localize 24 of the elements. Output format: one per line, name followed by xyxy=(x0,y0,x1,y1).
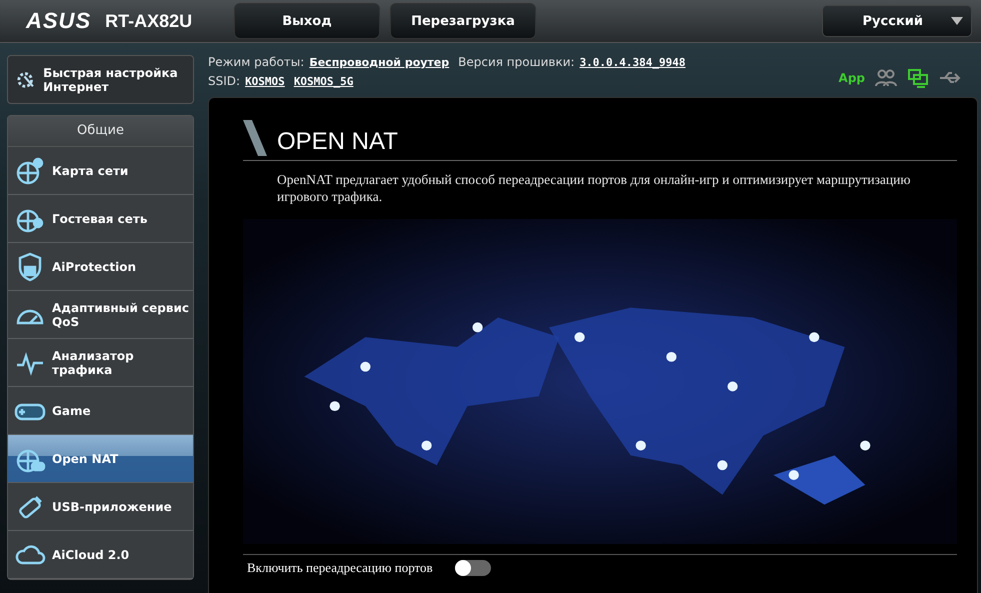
app-label[interactable]: App xyxy=(838,71,865,85)
ssid-link[interactable]: KOSMOS_5G xyxy=(294,72,354,91)
quick-setup-button[interactable]: Быстрая настройка Интернет xyxy=(7,55,194,104)
mode-link[interactable]: Беспроводной роутер xyxy=(309,53,450,72)
page-title: OPEN NAT xyxy=(277,128,398,156)
ssid-link[interactable]: KOSMOS xyxy=(245,72,285,91)
info-label: SSID: xyxy=(208,73,240,90)
menu-item[interactable]: Open NAT xyxy=(8,435,193,483)
toggle-switch[interactable] xyxy=(454,560,491,576)
info-label: Режим работы: xyxy=(208,54,304,71)
people-icon[interactable] xyxy=(875,68,897,88)
firmware-link[interactable]: 3.0.0.4.384_9948 xyxy=(580,53,686,72)
language-dropdown[interactable]: Русский xyxy=(822,5,972,37)
header-button[interactable]: Выход xyxy=(234,3,380,39)
caret-icon xyxy=(951,17,963,25)
section-header: Общие xyxy=(8,116,193,147)
toggle-label: Включить переадресацию портов xyxy=(247,560,433,576)
logo: ASUS xyxy=(26,8,92,34)
description: OpenNAT предлагает удобный способ переадресации портов для онлайн-игр и оптимизирует маршрутизацию игрового трафика. xyxy=(277,171,912,205)
model-name: RT-AX82U xyxy=(105,10,192,32)
monitor-icon[interactable] xyxy=(907,68,929,88)
slash-icon xyxy=(243,120,267,156)
header-button[interactable]: Перезагрузка xyxy=(390,3,536,39)
info-label: Версия прошивки: xyxy=(458,54,575,71)
